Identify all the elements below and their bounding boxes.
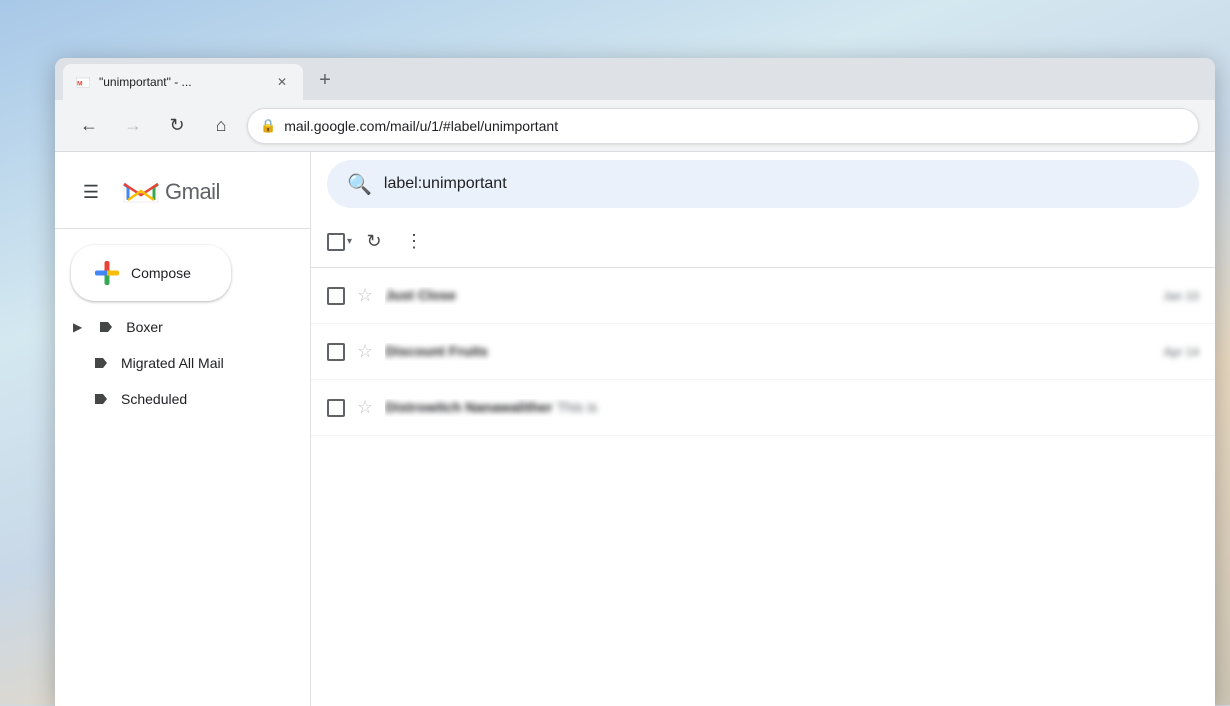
search-input-container[interactable]: 🔍 label:unimportant (327, 160, 1199, 208)
browser-window: M "unimportant" - ... ✕ + ← → ↻ ⌂ 🔒 mail… (55, 58, 1215, 706)
compose-label: Compose (131, 265, 191, 281)
email-row[interactable]: ☆ Just Close Jan 10 (311, 268, 1215, 324)
address-bar[interactable]: 🔒 mail.google.com/mail/u/1/#label/unimpo… (247, 108, 1199, 144)
search-query-text: label:unimportant (384, 175, 507, 193)
email-row[interactable]: ☆ Distrowitch Nanawalither This is (311, 380, 1215, 436)
email-sender-1: Just Close (385, 287, 456, 303)
gmail-content: ☰ G (55, 152, 1215, 706)
select-all-checkbox[interactable] (327, 233, 345, 251)
email-sender-3: Distrowitch Nanawalither (385, 399, 552, 415)
select-all-container[interactable]: ▾ (327, 233, 352, 251)
email-list: ☆ Just Close Jan 10 ☆ Discount Fruits Ap… (311, 268, 1215, 706)
gmail-m-logo-icon: G (121, 177, 161, 207)
sidebar: ☰ G (55, 152, 311, 706)
star-button-3[interactable]: ☆ (357, 397, 373, 418)
hamburger-menu-button[interactable]: ☰ (71, 172, 111, 212)
tab-bar: M "unimportant" - ... ✕ + (55, 58, 1215, 100)
email-checkbox-3[interactable] (327, 399, 345, 417)
star-button-1[interactable]: ☆ (357, 285, 373, 306)
boxer-tag-icon (98, 319, 114, 335)
scheduled-tag-icon (93, 391, 109, 407)
sidebar-item-label-migrated: Migrated All Mail (121, 355, 224, 371)
compose-button[interactable]: Compose (71, 245, 231, 301)
tab-favicon: M (75, 74, 91, 90)
ssl-lock-icon: 🔒 (260, 118, 276, 134)
email-content-2: Discount Fruits (385, 343, 1152, 361)
home-button[interactable]: ⌂ (203, 108, 239, 144)
gmail-header: ☰ G (55, 160, 310, 224)
email-toolbar: ▾ ↻ ⋮ (311, 216, 1215, 268)
gmail-wordmark: Gmail (165, 179, 220, 205)
email-row[interactable]: ☆ Discount Fruits Apr 14 (311, 324, 1215, 380)
star-button-2[interactable]: ☆ (357, 341, 373, 362)
email-preview-3: This is (557, 399, 597, 415)
refresh-button[interactable]: ↻ (356, 224, 392, 260)
more-options-button[interactable]: ⋮ (396, 224, 432, 260)
sidebar-item-migrated-all-mail[interactable]: Migrated All Mail (63, 345, 302, 381)
migrated-tag-icon (93, 355, 109, 371)
hamburger-icon: ☰ (83, 182, 99, 203)
tab-title: "unimportant" - ... (99, 75, 265, 89)
gmail-logo-area: G Gmail (121, 177, 220, 207)
compose-plus-icon (95, 261, 119, 285)
email-date-2: Apr 14 (1164, 345, 1199, 359)
active-tab[interactable]: M "unimportant" - ... ✕ (63, 64, 303, 100)
url-text: mail.google.com/mail/u/1/#label/unimport… (284, 118, 558, 134)
forward-button[interactable]: → (115, 108, 151, 144)
sidebar-item-label-scheduled: Scheduled (121, 391, 187, 407)
email-content-1: Just Close (385, 287, 1151, 305)
expand-icon: ▶ (73, 320, 82, 334)
select-dropdown-arrow[interactable]: ▾ (347, 236, 352, 247)
email-checkbox-2[interactable] (327, 343, 345, 361)
sidebar-nav: ▶ Boxer Migrated All Mail (55, 309, 310, 417)
search-icon[interactable]: 🔍 (347, 172, 372, 197)
new-tab-button[interactable]: + (307, 62, 343, 98)
sidebar-item-scheduled[interactable]: Scheduled (63, 381, 302, 417)
email-content-3: Distrowitch Nanawalither This is (385, 399, 1187, 417)
sidebar-item-label-boxer: Boxer (126, 319, 163, 335)
navigation-bar: ← → ↻ ⌂ 🔒 mail.google.com/mail/u/1/#labe… (55, 100, 1215, 152)
email-sender-2: Discount Fruits (385, 343, 488, 359)
sidebar-divider (55, 228, 310, 229)
email-checkbox-1[interactable] (327, 287, 345, 305)
svg-text:M: M (77, 80, 83, 87)
main-area: 🔍 label:unimportant ▾ ↻ ⋮ ☆ (311, 152, 1215, 706)
tab-close-button[interactable]: ✕ (273, 73, 291, 91)
email-date-1: Jan 10 (1163, 289, 1199, 303)
search-bar: 🔍 label:unimportant (311, 152, 1215, 216)
back-button[interactable]: ← (71, 108, 107, 144)
sidebar-item-boxer[interactable]: ▶ Boxer (63, 309, 302, 345)
reload-button[interactable]: ↻ (159, 108, 195, 144)
